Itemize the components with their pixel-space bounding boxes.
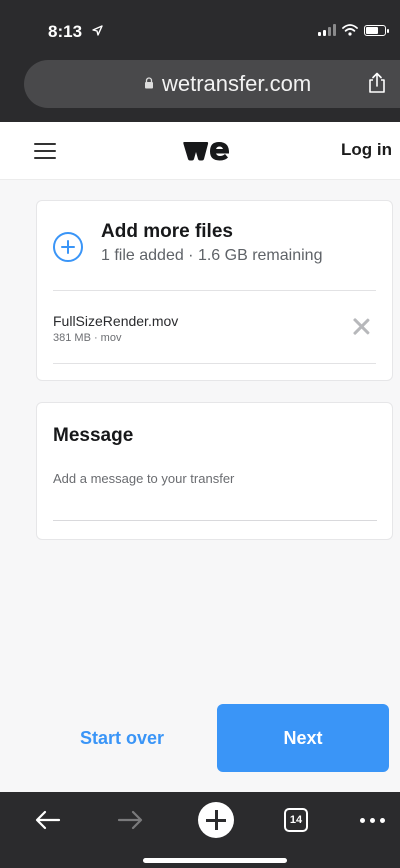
browser-bottom-toolbar: 14 (0, 792, 400, 868)
tabs-count: 14 (284, 808, 308, 832)
lock-icon (145, 77, 153, 89)
message-card: Message (36, 402, 393, 540)
page-header: we Log in (0, 122, 400, 180)
status-time: 8:13 (48, 22, 83, 41)
remove-file-icon[interactable] (352, 317, 370, 335)
divider (53, 363, 376, 364)
more-icon (359, 817, 385, 823)
hamburger-menu-icon[interactable] (34, 143, 56, 159)
more-menu-button[interactable] (352, 802, 392, 838)
files-card: Add more files 1 file added · 1.6 GB rem… (36, 200, 393, 381)
battery-icon (364, 24, 389, 36)
login-link[interactable]: Log in (341, 140, 392, 160)
back-button[interactable] (28, 802, 68, 838)
new-tab-button[interactable] (196, 802, 236, 838)
signal-icon (318, 24, 336, 36)
url-text: wetransfer.com (162, 71, 312, 96)
wifi-icon (342, 24, 358, 36)
forward-button[interactable] (110, 802, 150, 838)
plus-icon (198, 802, 234, 838)
message-title: Message (53, 425, 134, 446)
status-icons (318, 24, 389, 36)
next-button[interactable]: Next (217, 704, 389, 772)
back-arrow-icon (35, 810, 61, 830)
location-arrow-icon (92, 25, 103, 36)
share-icon[interactable] (368, 72, 386, 94)
add-more-files-button[interactable]: Add more files (101, 221, 233, 243)
wetransfer-logo[interactable]: we (182, 139, 230, 163)
tabs-button[interactable]: 14 (276, 802, 316, 838)
message-input[interactable] (53, 465, 377, 521)
forward-arrow-icon (117, 810, 143, 830)
file-name: FullSizeRender.mov (53, 313, 179, 329)
start-over-button[interactable]: Start over (80, 728, 164, 749)
files-remaining-text: 1 file added · 1.6 GB remaining (101, 247, 323, 264)
add-files-icon[interactable] (53, 232, 83, 262)
file-meta: 381 MB · mov (53, 332, 122, 344)
browser-top-bar: 8:13 wetransfer.com (0, 0, 400, 122)
url-bar[interactable]: wetransfer.com (24, 60, 400, 108)
divider (53, 290, 376, 291)
home-indicator[interactable] (143, 858, 287, 863)
status-bar: 8:13 (0, 0, 400, 52)
